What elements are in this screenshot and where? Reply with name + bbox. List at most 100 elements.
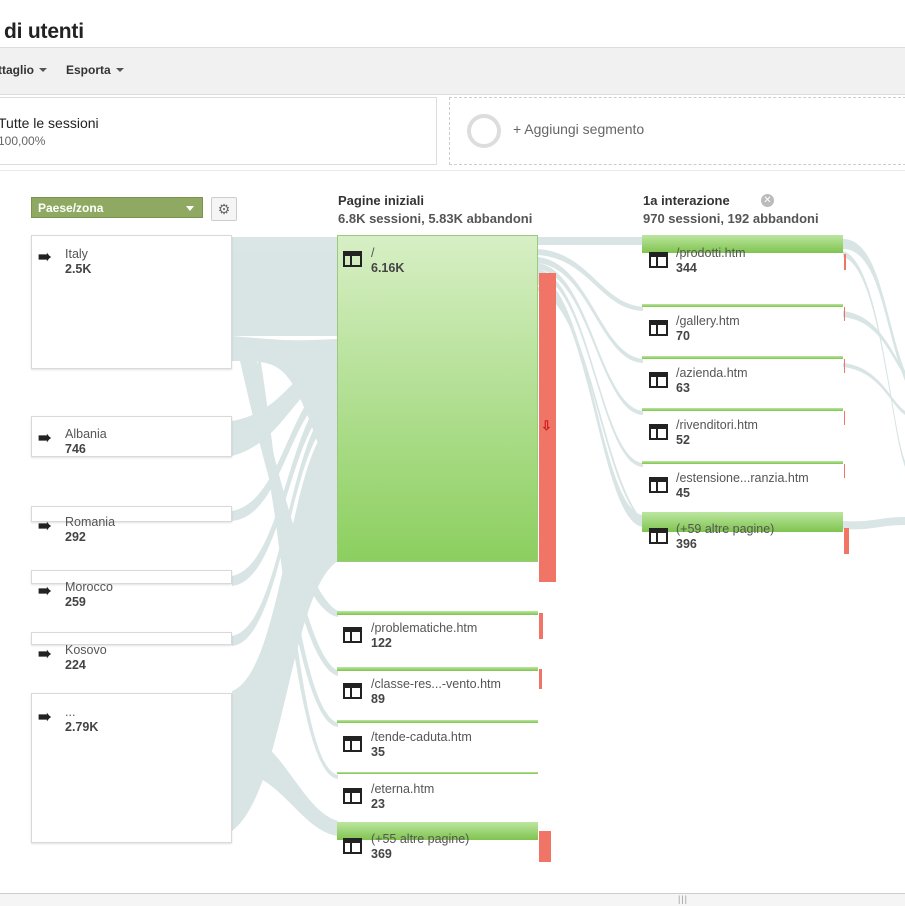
start-page-node[interactable] [337,235,538,562]
country-value: 746 [65,442,86,456]
dropoff-bar[interactable] [844,254,846,270]
page-layout-icon [343,736,362,752]
country-node[interactable] [31,416,232,457]
page-value: 45 [676,486,690,500]
page-layout-icon [343,838,362,854]
page-label: / [371,246,375,260]
first-page-node[interactable] [642,356,843,359]
caret-down-icon [39,68,47,72]
first-interaction-subtitle: 970 sessioni, 192 abbandoni [643,211,819,226]
flow-canvas: Paese/zona ⚙ Pagine iniziali 6.8K sessio… [0,171,905,893]
page-label: /rivenditori.htm [676,418,758,432]
dropoff-bar[interactable] [844,411,845,425]
page-value: 344 [676,261,697,275]
segment-name: Tutte le sessioni [0,115,99,131]
country-node[interactable] [31,632,232,645]
page-value: 6.16K [371,261,405,275]
dropoff-bar[interactable] [844,307,845,321]
resize-grip-icon[interactable]: ||| [678,894,688,904]
country-node[interactable] [31,570,232,584]
dimension-selector[interactable]: Paese/zona [31,197,203,218]
page-layout-icon [343,788,362,804]
arrow-right-icon: ➠ [38,709,52,726]
export-menu-label: Esporta [66,63,111,77]
starting-pages-title: Pagine iniziali [338,193,424,208]
starting-pages-subtitle: 6.8K sessioni, 5.83K abbandoni [338,211,533,226]
country-label: ... [65,705,76,719]
first-page-node[interactable] [642,408,843,411]
page-label: /tende-caduta.htm [371,730,472,744]
detail-menu[interactable]: ttaglio [0,63,47,77]
close-icon[interactable]: ✕ [761,194,774,207]
page-layout-icon [649,477,668,493]
toolbar: ttaglio Esporta [0,47,905,95]
arrow-right-icon: ➠ [38,249,52,266]
add-segment-button[interactable]: + Aggiungi segmento [449,97,905,165]
page-value: 122 [371,636,392,650]
segment-all-sessions[interactable]: Tutte le sessioni 100,00% [0,97,437,165]
country-node[interactable] [31,693,232,843]
resize-bar[interactable]: ||| [0,893,905,906]
country-value: 2.5K [65,262,92,276]
export-menu[interactable]: Esporta [66,63,124,77]
start-page-node[interactable] [337,611,538,615]
arrow-right-icon: ➠ [38,430,52,447]
first-page-node[interactable] [642,304,843,307]
page-label: /azienda.htm [676,366,748,380]
arrow-right-icon: ➠ [38,583,52,600]
page-layout-icon [649,372,668,388]
country-value: 292 [65,530,86,544]
arrow-right-icon: ➠ [38,518,52,535]
dropoff-bar[interactable] [539,613,543,639]
dropoff-bar[interactable] [844,464,845,478]
country-value: 2.79K [65,720,99,734]
page-label: (+59 altre pagine) [676,522,775,536]
country-value: 224 [65,658,86,672]
page-value: 396 [676,537,697,551]
first-page-node[interactable] [642,461,843,464]
page-layout-icon [343,683,362,699]
country-label: Romania [65,515,116,529]
arrow-right-icon: ➠ [38,646,52,663]
country-node[interactable] [31,506,232,522]
start-page-node[interactable] [337,667,538,671]
page-layout-icon [649,528,668,544]
page-value: 35 [371,745,385,759]
drop-off-arrow-icon: ⇩ [541,418,552,433]
dimension-label: Paese/zona [38,201,104,215]
country-label: Kosovo [65,643,107,657]
country-label: Morocco [65,580,113,594]
page-layout-icon [343,627,362,643]
page-layout-icon [649,320,668,336]
report-header: di utenti ttaglio Esporta Tutte le sessi… [0,0,905,170]
page-value: 52 [676,433,690,447]
gear-icon[interactable]: ⚙ [211,197,237,221]
first-interaction-title: 1a interazione [643,193,730,208]
caret-down-icon [115,68,124,72]
dropoff-bar[interactable] [844,528,849,554]
start-page-node[interactable] [337,772,538,774]
page-label: (+55 altre pagine) [371,832,470,846]
segment-circle-icon [467,114,501,148]
country-node[interactable] [31,235,232,369]
page-value: 63 [676,381,690,395]
page-layout-icon [649,252,668,268]
country-value: 259 [65,595,86,609]
dropoff-bar[interactable] [539,669,542,689]
page-value: 369 [371,847,392,861]
page-label: /problematiche.htm [371,621,478,635]
page-label: /classe-res...-vento.htm [371,677,501,691]
page-label: /eterna.htm [371,782,435,796]
country-label: Italy [65,247,88,261]
page-layout-icon [343,251,362,267]
dropoff-bar[interactable] [844,359,845,373]
country-label: Albania [65,427,107,441]
detail-menu-label: ttaglio [0,63,34,77]
page-label: /prodotti.htm [676,246,746,260]
page-title: di utenti [4,20,84,43]
page-value: 23 [371,797,385,811]
page-label: /gallery.htm [676,314,740,328]
segment-percent: 100,00% [0,134,46,148]
dropoff-bar[interactable] [539,831,551,862]
start-page-node[interactable] [337,720,538,723]
